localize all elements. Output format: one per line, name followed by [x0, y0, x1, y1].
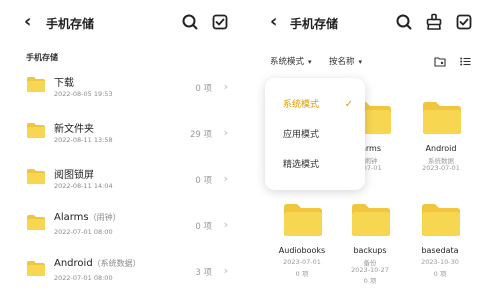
- list-view-icon[interactable]: [460, 57, 471, 66]
- left-pane: ‹ 手机存储 手机存储 下载 2022-08-05 19:53 0 项 › 新文…: [0, 0, 250, 298]
- list-item-alarms[interactable]: Alarms（闹钟） 2022-07-01 08:00 0 项 ›: [0, 204, 250, 248]
- item-count: 3 项: [195, 268, 212, 278]
- item-count: 0 项: [195, 176, 212, 186]
- item-name: Audiobooks: [278, 246, 326, 255]
- chevron-right-icon: ›: [223, 218, 228, 231]
- sort-bar: 系统模式 ▾ 按名称 ▾: [250, 55, 500, 71]
- folder-icon: [422, 204, 460, 236]
- chevron-right-icon: ›: [223, 80, 228, 93]
- folder-icon: [27, 261, 45, 276]
- mode-dropdown[interactable]: 系统模式 ▾: [270, 55, 312, 67]
- item-name: Alarms（闹钟）: [54, 212, 121, 223]
- item-date: 2023-07-01: [283, 258, 321, 266]
- item-count: 0 项: [195, 84, 212, 94]
- folder-icon: [423, 102, 461, 134]
- folder-icon: [284, 204, 322, 236]
- item-name: 新文件夹: [54, 124, 94, 135]
- back-button[interactable]: ‹: [24, 12, 31, 32]
- chevron-right-icon: ›: [223, 264, 228, 277]
- item-date: 2023-07-01: [422, 164, 460, 172]
- back-button[interactable]: ‹: [270, 12, 277, 32]
- item-name: 下载: [54, 78, 74, 89]
- select-all-icon[interactable]: [211, 13, 229, 31]
- grid-item-basedata[interactable]: basedata 2023-10-30 0 项: [405, 202, 475, 292]
- grid-item-backups[interactable]: backups 备份 2023-10-27 0 项: [335, 202, 405, 292]
- chevron-right-icon: ›: [223, 126, 228, 139]
- item-date: 2023-10-30: [421, 258, 459, 266]
- item-count: 0 项: [363, 277, 377, 285]
- item-count: 0 项: [295, 270, 309, 278]
- item-date: 2022-08-11 13:58: [54, 136, 113, 144]
- grid-item-android[interactable]: Android 系统数据 2023-07-01: [406, 100, 476, 190]
- left-top-bar: ‹ 手机存储: [0, 0, 250, 44]
- item-date: 2023-10-27: [351, 266, 389, 274]
- item-count: 0 项: [195, 222, 212, 232]
- search-icon[interactable]: [395, 13, 413, 31]
- chevron-right-icon: ›: [223, 172, 228, 185]
- item-count: 29 项: [189, 130, 212, 140]
- list-item-new-folder[interactable]: 新文件夹 2022-08-11 13:58 29 项 ›: [0, 112, 250, 156]
- item-date: 2022-07-01 08:00: [54, 228, 113, 236]
- right-top-bar: ‹ 手机存储: [250, 0, 500, 44]
- cleanup-icon[interactable]: [425, 13, 443, 31]
- list-item-android[interactable]: Android（系统数据） 2022-07-01 08:00 3 项 ›: [0, 250, 250, 294]
- folder-icon: [27, 169, 45, 184]
- page-title: 手机存储: [290, 17, 339, 31]
- view-mode-menu: 系统模式 ✓ 应用模式 精选模式: [265, 78, 365, 190]
- menu-item-system-mode[interactable]: 系统模式 ✓: [265, 90, 365, 120]
- grid-item-audiobooks[interactable]: Audiobooks 2023-07-01 0 项: [267, 202, 337, 292]
- check-icon: ✓: [344, 99, 353, 110]
- item-date: 2022-07-01 08:00: [54, 274, 113, 282]
- item-name: 阅图锁屏: [54, 170, 94, 181]
- select-all-icon[interactable]: [455, 13, 473, 31]
- menu-item-app-mode[interactable]: 应用模式: [265, 120, 365, 150]
- item-date: 2022-08-05 19:53: [54, 90, 113, 98]
- section-label: 手机存储: [26, 53, 58, 62]
- item-name: basedata: [421, 246, 459, 255]
- search-icon[interactable]: [181, 13, 199, 31]
- sort-by-name-dropdown[interactable]: 按名称 ▾: [329, 55, 362, 67]
- item-name: Android: [425, 144, 457, 153]
- list-item-lockscreen[interactable]: 阅图锁屏 2022-08-11 14:04 0 项 ›: [0, 158, 250, 202]
- folder-icon: [352, 204, 390, 236]
- item-name: backups: [353, 246, 387, 255]
- new-folder-icon[interactable]: [434, 56, 446, 67]
- menu-item-featured-mode[interactable]: 精选模式: [265, 150, 365, 180]
- item-date: 2022-08-11 14:04: [54, 182, 113, 190]
- folder-icon: [27, 123, 45, 138]
- item-count: 0 项: [433, 270, 447, 278]
- item-name: Android（系统数据）: [54, 258, 141, 269]
- list-item-download[interactable]: 下载 2022-08-05 19:53 0 项 ›: [0, 66, 250, 110]
- page-title: 手机存储: [46, 17, 95, 31]
- folder-icon: [27, 77, 45, 92]
- folder-icon: [27, 215, 45, 230]
